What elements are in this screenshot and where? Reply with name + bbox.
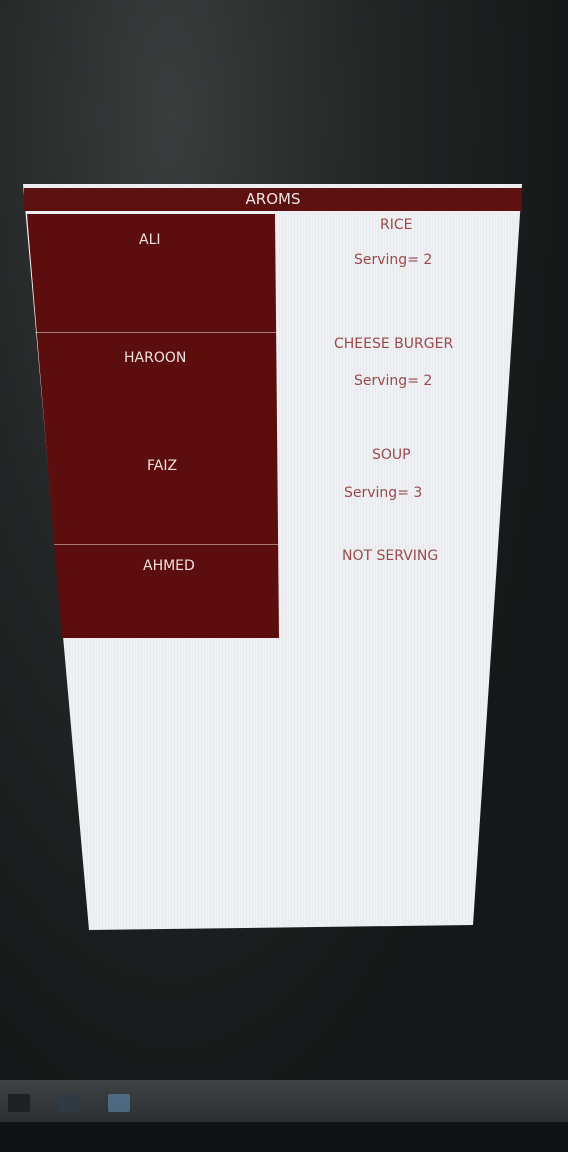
order-status-not-serving: NOT SERVING	[342, 548, 439, 564]
order-item-soup: SOUP	[372, 447, 411, 463]
app-title-bar: AROMS	[24, 188, 522, 211]
order-item-rice: RICE	[380, 217, 413, 233]
row-divider	[35, 332, 276, 333]
monitor-base	[0, 1122, 568, 1152]
row-divider	[54, 544, 278, 545]
customer-name-ali[interactable]: ALI	[139, 232, 161, 248]
taskbar-app-icon[interactable]	[108, 1094, 130, 1112]
order-item-cheese-burger: CHEESE BURGER	[334, 336, 454, 352]
serving-count-rice: Serving= 2	[354, 252, 433, 268]
taskbar-app-icon[interactable]	[8, 1094, 30, 1112]
app-title: AROMS	[245, 190, 301, 208]
customer-name-haroon[interactable]: HAROON	[124, 350, 186, 366]
serving-count-soup: Serving= 3	[344, 485, 423, 501]
customer-name-ahmed[interactable]: AHMED	[143, 558, 195, 574]
serving-count-cheese-burger: Serving= 2	[354, 373, 433, 389]
desktop-taskbar	[0, 1080, 568, 1122]
customer-name-faiz[interactable]: FAIZ	[147, 458, 177, 474]
taskbar-app-icon[interactable]	[58, 1094, 80, 1112]
